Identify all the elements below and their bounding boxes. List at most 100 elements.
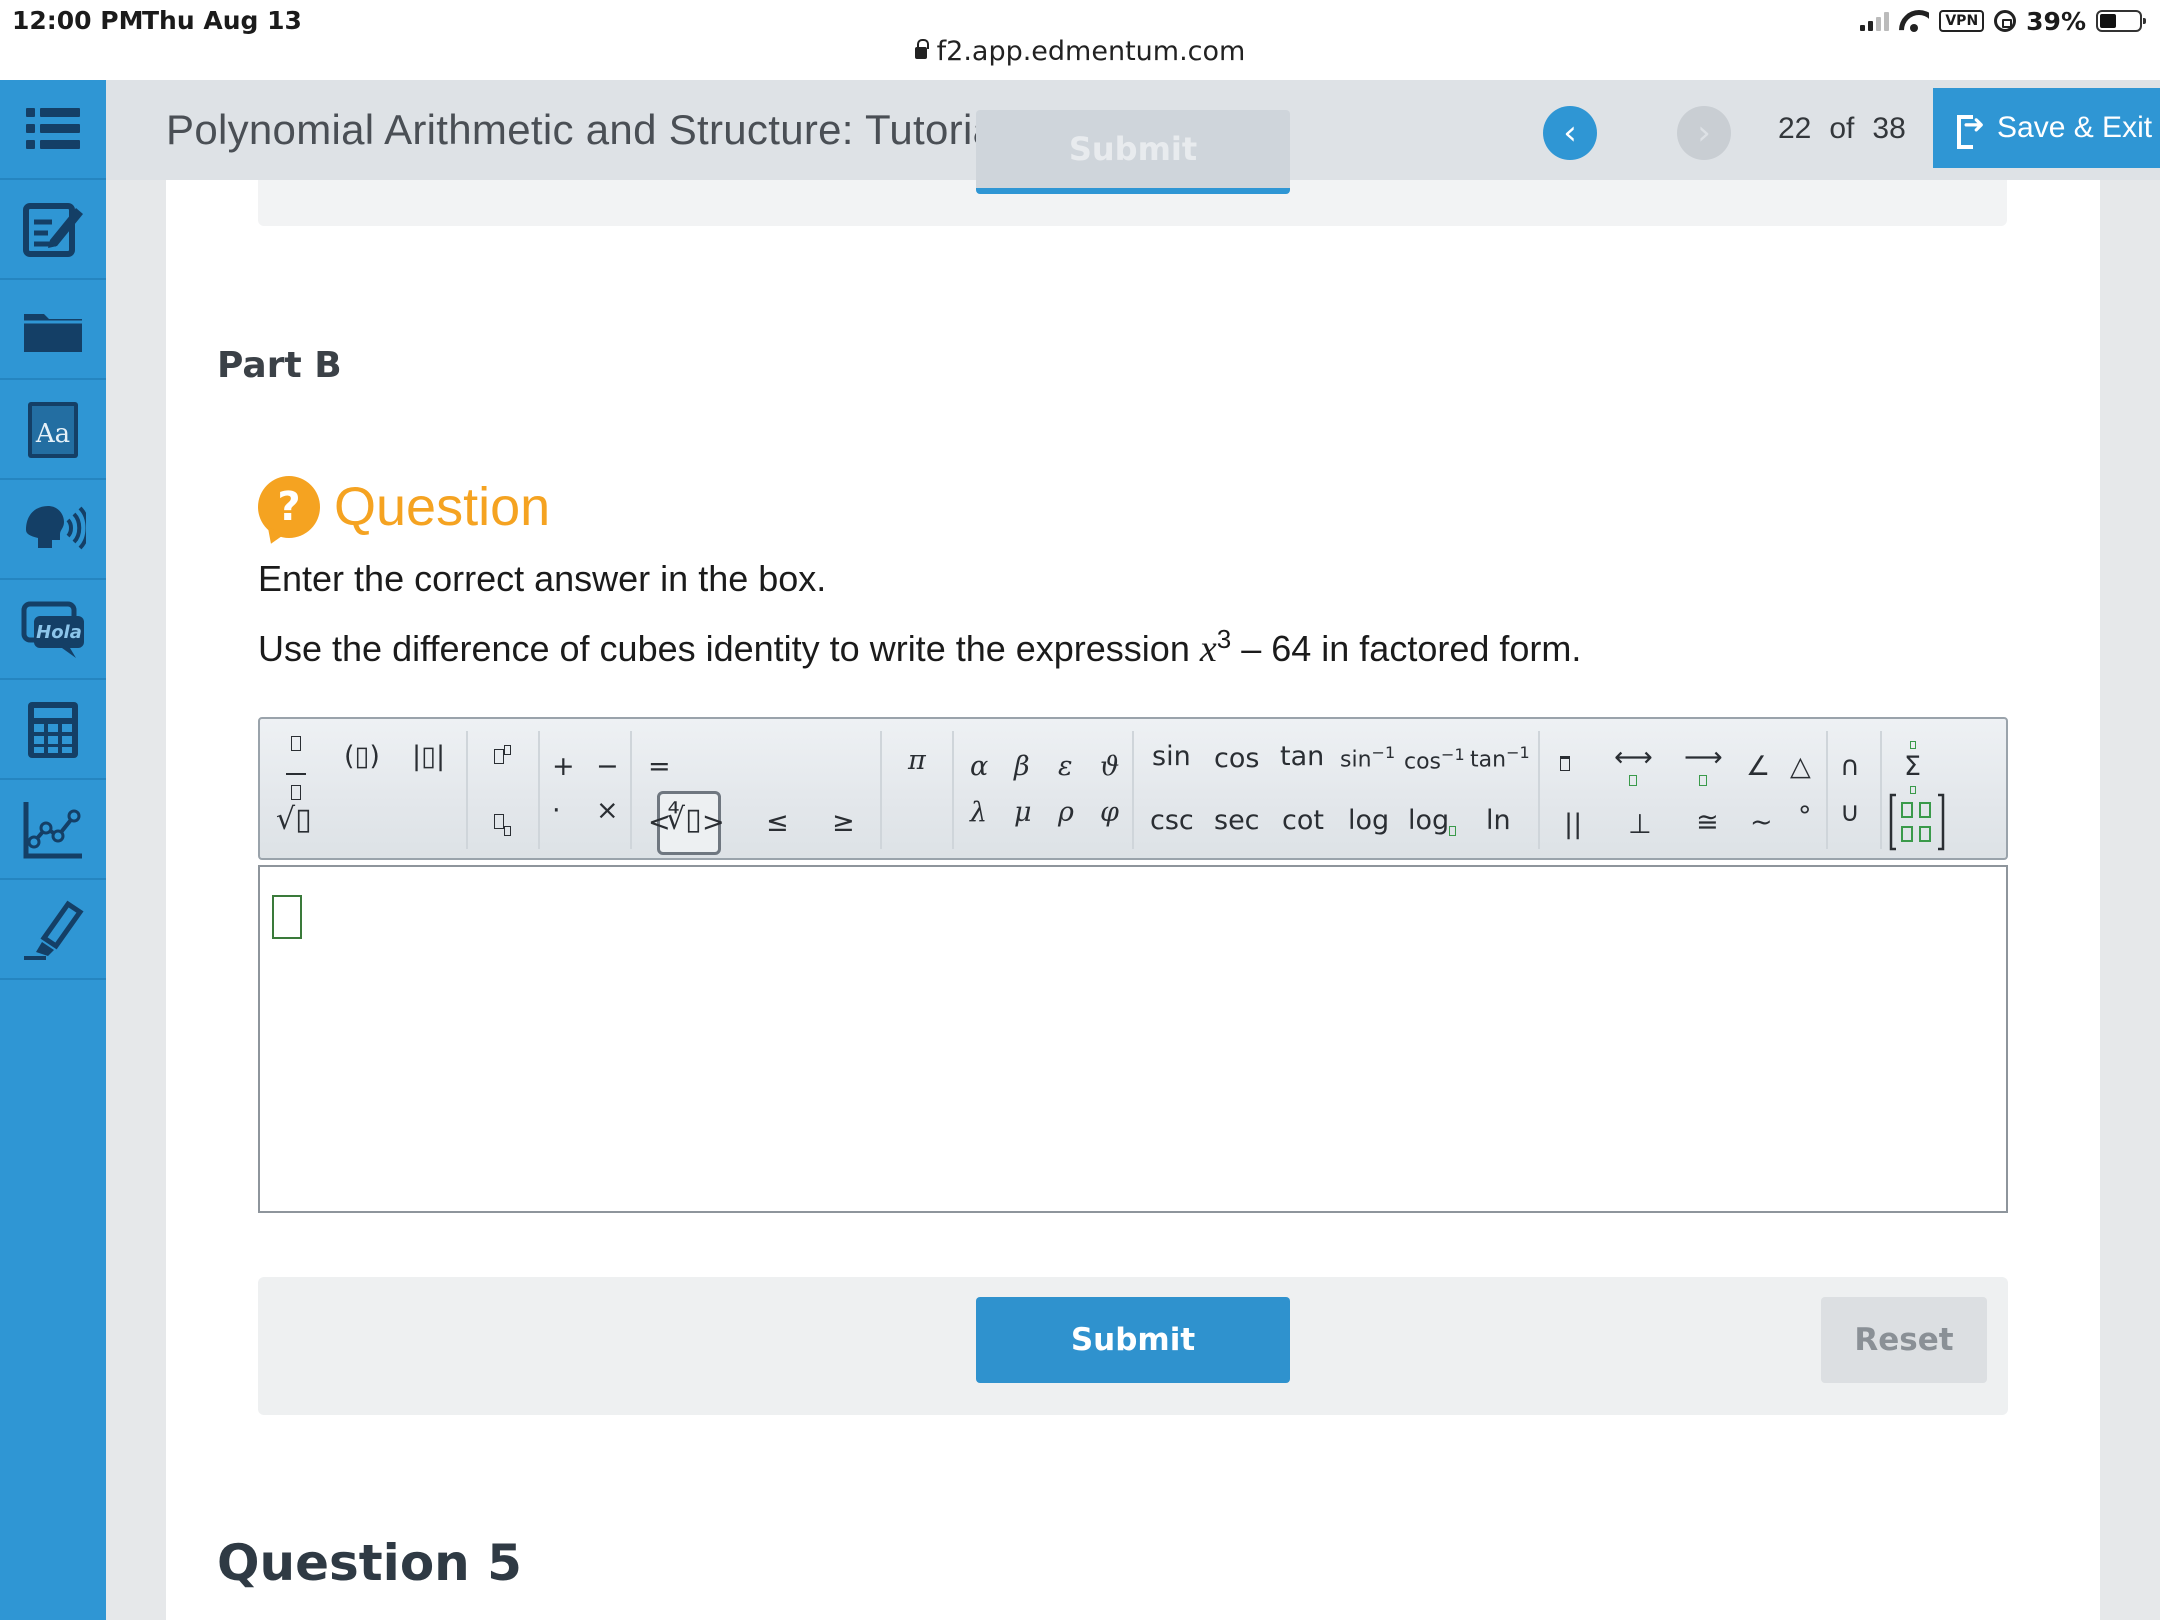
log-base-button[interactable]: log	[1408, 807, 1457, 838]
save-exit-button[interactable]: Save & Exit	[1933, 88, 2160, 168]
svg-text:Aa: Aa	[35, 419, 70, 449]
question-instruction: Enter the correct answer in the box.	[258, 558, 827, 599]
summation-button[interactable]: Σ	[1904, 733, 1921, 802]
address-bar[interactable]: f2.app.edmentum.com	[0, 36, 2160, 67]
next-page-button[interactable]: ›	[1677, 106, 1731, 160]
svg-text:Hola: Hola	[36, 622, 82, 643]
theta-button[interactable]: ϑ	[1100, 753, 1119, 780]
degree-button[interactable]: °	[1798, 803, 1812, 830]
equation-toolbar: (▯) |▯| √▯ ∜▯ + − · × = < > ≤ ≥ π α β ε …	[258, 717, 2008, 860]
log-button[interactable]: log	[1348, 807, 1389, 834]
plus-button[interactable]: +	[552, 753, 575, 780]
calculator-icon	[28, 702, 78, 758]
reset-button[interactable]: Reset	[1821, 1297, 1987, 1383]
csc-button[interactable]: csc	[1150, 807, 1194, 834]
lesson-title: Polynomial Arithmetic and Structure: Tut…	[166, 106, 1006, 153]
square-root-button[interactable]: √▯	[276, 805, 312, 835]
question-prompt: Use the difference of cubes identity to …	[258, 624, 1582, 670]
subscript-button[interactable]	[494, 807, 511, 838]
chevron-left-icon: ‹	[1563, 113, 1577, 153]
url-text: f2.app.edmentum.com	[936, 36, 1246, 67]
triangle-button[interactable]: △	[1790, 753, 1811, 780]
cos-button[interactable]: cos	[1214, 745, 1259, 772]
sidebar-item-dictionary[interactable]: Aa	[0, 380, 106, 480]
less-than-button[interactable]: <	[648, 809, 671, 836]
sidebar-item-read-aloud[interactable]	[0, 480, 106, 580]
part-heading: Part B	[217, 345, 342, 386]
dictionary-icon: Aa	[28, 402, 78, 458]
epsilon-button[interactable]: ε	[1058, 753, 1073, 780]
union-button[interactable]: ∪	[1840, 799, 1860, 826]
ray-button[interactable]: ⟶	[1684, 744, 1723, 790]
input-placeholder-box[interactable]	[272, 895, 302, 939]
status-time: 12:00 PM	[12, 6, 144, 35]
intersection-button[interactable]: ∩	[1840, 753, 1860, 780]
lock-icon	[914, 39, 929, 59]
sin-button[interactable]: sin	[1152, 743, 1191, 770]
question-heading: ? Question	[258, 476, 550, 538]
sidebar-item-graph[interactable]	[0, 780, 106, 880]
status-bar: 12:00 PM Thu Aug 13 f2.app.edmentum.com …	[0, 0, 2160, 80]
exit-icon	[1957, 109, 1985, 149]
page-total: 38	[1872, 112, 1906, 145]
parallel-button[interactable]: ||	[1564, 811, 1582, 838]
tan-button[interactable]: tan	[1280, 743, 1324, 770]
equals-button[interactable]: =	[648, 753, 671, 780]
line-button[interactable]: ⟷	[1614, 744, 1653, 790]
sidebar-item-highlighter[interactable]	[0, 880, 106, 980]
sidebar-item-calculator[interactable]	[0, 680, 106, 780]
sidebar-item-resources[interactable]	[0, 280, 106, 380]
mu-button[interactable]: μ	[1014, 799, 1032, 826]
lambda-button[interactable]: λ	[970, 799, 987, 826]
tool-sidebar: Aa Hola	[0, 80, 106, 1620]
times-button[interactable]: ×	[596, 797, 619, 824]
arccos-button[interactable]: cos−1	[1404, 747, 1465, 773]
button-bar: Submit Reset	[258, 1277, 2008, 1415]
similar-button[interactable]: ~	[1750, 809, 1773, 836]
page-indicator: 22 of 38	[1778, 112, 1906, 146]
alpha-button[interactable]: α	[970, 753, 988, 780]
previous-page-button[interactable]: ‹	[1543, 106, 1597, 160]
parentheses-button[interactable]: (▯)	[344, 743, 380, 770]
congruent-button[interactable]: ≅	[1696, 809, 1719, 836]
wifi-icon	[1899, 10, 1929, 32]
beta-button[interactable]: β	[1014, 753, 1030, 780]
arcsin-button[interactable]: sin−1	[1340, 745, 1395, 771]
vpn-icon: VPN	[1939, 10, 1985, 32]
cot-button[interactable]: cot	[1282, 807, 1324, 834]
perpendicular-button[interactable]: ⊥	[1628, 811, 1652, 838]
angle-button[interactable]: ∠	[1746, 753, 1770, 780]
absolute-value-button[interactable]: |▯|	[412, 743, 445, 770]
question-label: Question	[334, 477, 551, 537]
overline-button[interactable]	[1560, 749, 1570, 776]
fraction-button[interactable]	[286, 731, 306, 804]
submit-button[interactable]: Submit	[976, 1297, 1290, 1383]
arctan-button[interactable]: tan−1	[1470, 745, 1530, 771]
sec-button[interactable]: sec	[1214, 807, 1260, 834]
phi-button[interactable]: φ	[1100, 799, 1119, 826]
answer-input[interactable]	[258, 865, 2008, 1213]
sidebar-item-notes[interactable]	[0, 180, 106, 280]
matrix-icon	[1889, 793, 1945, 851]
superscript-button[interactable]	[494, 741, 511, 769]
status-date: Thu Aug 13	[142, 6, 302, 35]
less-equal-button[interactable]: ≤	[766, 809, 789, 836]
minus-button[interactable]: −	[596, 753, 619, 780]
battery-percent: 39%	[2026, 6, 2086, 36]
previous-submit-button[interactable]: Submit	[976, 110, 1290, 194]
nth-root-button[interactable]: ∜▯	[666, 805, 702, 835]
notepad-edit-icon	[23, 203, 83, 257]
graph-icon	[23, 802, 82, 859]
rho-button[interactable]: ρ	[1058, 799, 1074, 826]
matrix-button[interactable]	[1888, 793, 1946, 856]
rotation-lock-icon	[1994, 10, 2017, 32]
sidebar-item-translate[interactable]: Hola	[0, 580, 106, 680]
pi-button[interactable]: π	[908, 747, 926, 774]
sidebar-item-outline[interactable]	[0, 80, 106, 180]
greater-equal-button[interactable]: ≥	[832, 809, 855, 836]
dot-multiply-button[interactable]: ·	[552, 797, 561, 824]
ln-button[interactable]: ln	[1486, 807, 1511, 834]
greater-than-button[interactable]: >	[702, 809, 725, 836]
next-question-heading: Question 5	[217, 1534, 522, 1592]
text-to-speech-icon	[26, 506, 86, 550]
